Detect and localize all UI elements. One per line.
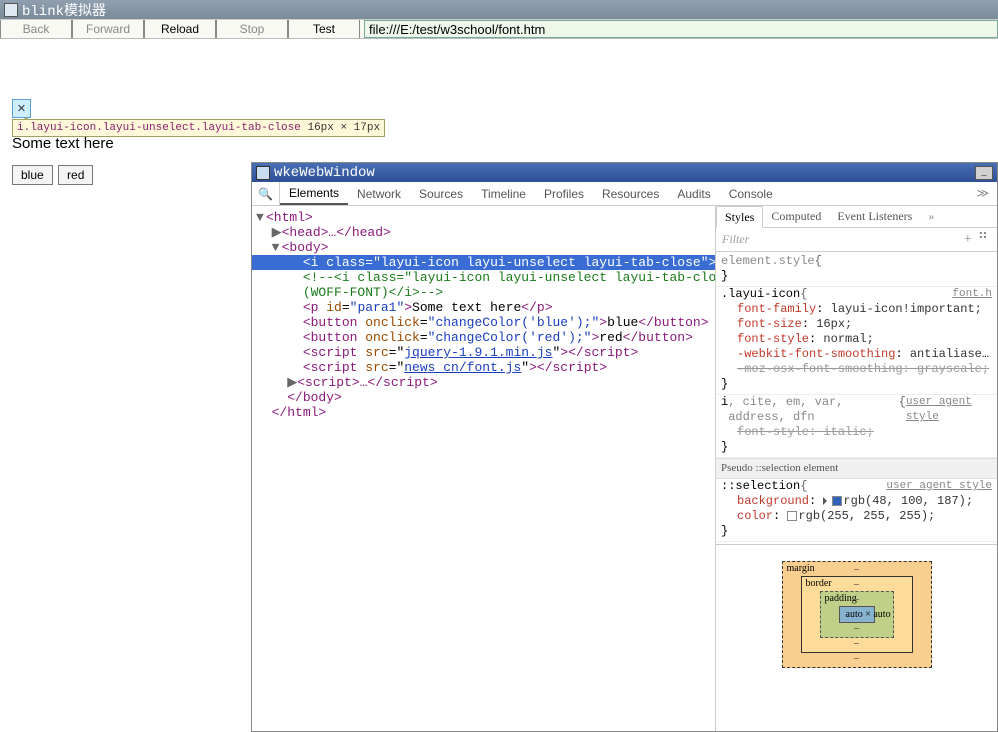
style-rules[interactable]: element.style { } .layui-icon {font.h fo…	[716, 252, 997, 544]
devtools-titlebar[interactable]: wkeWebWindow _	[252, 163, 997, 182]
tabs-more-icon[interactable]: »	[924, 206, 938, 227]
dom-tree[interactable]: ▼<html> ▶<head>…</head> ▼<body> <i class…	[252, 206, 716, 731]
color-swatch[interactable]	[787, 511, 797, 521]
tooltip-selector: i.layui-icon.layui-unselect.layui-tab-cl…	[17, 122, 301, 134]
app-title: blink模拟器	[22, 0, 106, 20]
pseudo-section: Pseudo ::selection element	[716, 458, 997, 479]
tab-console[interactable]: Console	[720, 182, 782, 205]
filter-input[interactable]: Filter	[722, 232, 961, 247]
box-model: margin – border – padding – auto × auto …	[716, 544, 997, 684]
tab-styles[interactable]: Styles	[716, 206, 763, 228]
tab-event-listeners[interactable]: Event Listeners	[829, 206, 920, 227]
url-field[interactable]	[364, 20, 998, 38]
color-picker-icon[interactable]	[823, 497, 831, 505]
devtools-window: wkeWebWindow _ 🔍 Elements Network Source…	[251, 162, 998, 732]
page-paragraph: Some text here	[12, 135, 114, 152]
tab-network[interactable]: Network	[348, 182, 410, 205]
app-icon	[4, 3, 18, 17]
blue-button[interactable]: blue	[12, 165, 53, 185]
inspect-icon[interactable]: 🔍	[252, 182, 280, 205]
new-rule-button[interactable]: +	[961, 232, 975, 248]
test-button[interactable]: Test	[288, 20, 360, 38]
app-titlebar: blink模拟器	[0, 0, 998, 19]
dom-selected-node[interactable]: <i class="layui-icon layui-unselect layu…	[252, 255, 715, 270]
devtools-title: wkeWebWindow	[274, 165, 375, 181]
toggle-state-button[interactable]: ⠛	[975, 231, 991, 248]
red-button[interactable]: red	[58, 165, 93, 185]
styles-sidebar: Styles Computed Event Listeners » Filter…	[716, 206, 997, 731]
tab-resources[interactable]: Resources	[593, 182, 668, 205]
color-swatch[interactable]	[832, 496, 842, 506]
tab-elements[interactable]: Elements	[280, 182, 348, 205]
tooltip-dims: 16px × 17px	[307, 122, 380, 134]
tab-sources[interactable]: Sources	[410, 182, 472, 205]
browser-toolbar: Back Forward Reload Stop Test	[0, 19, 998, 39]
devtools-title-icon	[256, 166, 270, 180]
stop-button[interactable]: Stop	[216, 20, 288, 38]
tab-audits[interactable]: Audits	[668, 182, 719, 205]
tab-computed[interactable]: Computed	[763, 206, 829, 227]
tab-timeline[interactable]: Timeline	[472, 182, 535, 205]
tab-profiles[interactable]: Profiles	[535, 182, 593, 205]
devtools-tabs: 🔍 Elements Network Sources Timeline Prof…	[252, 182, 997, 206]
minimize-button[interactable]: _	[975, 166, 993, 180]
reload-button[interactable]: Reload	[144, 20, 216, 38]
forward-button[interactable]: Forward	[72, 20, 144, 38]
back-button[interactable]: Back	[0, 20, 72, 38]
